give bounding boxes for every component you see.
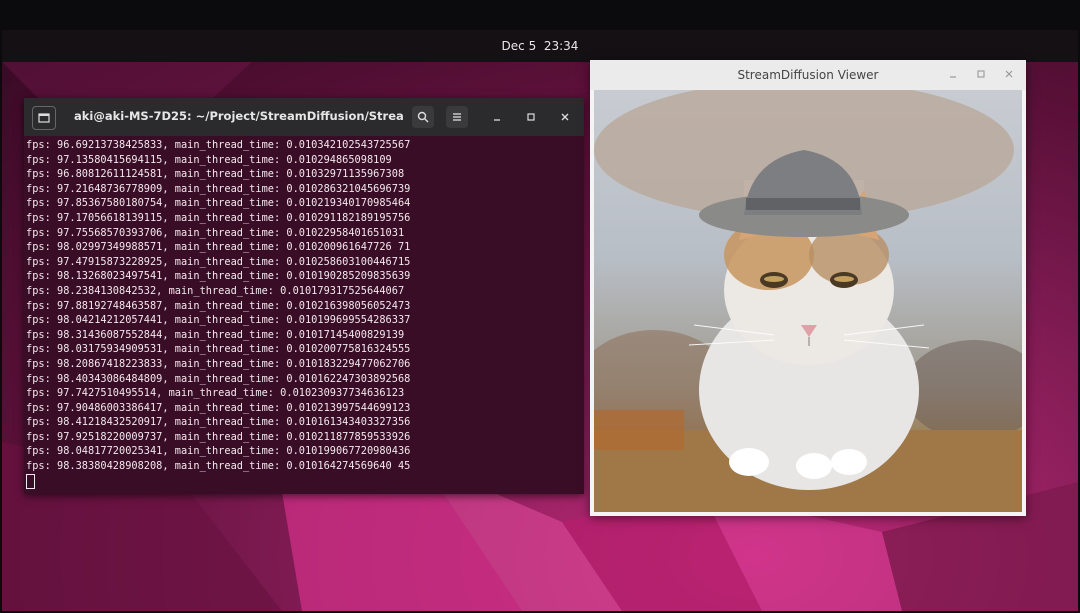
viewer-title: StreamDiffusion Viewer xyxy=(737,68,879,82)
maximize-icon[interactable] xyxy=(972,66,990,84)
viewer-titlebar[interactable]: StreamDiffusion Viewer xyxy=(590,60,1026,90)
terminal-line: fps: 98.40343086484809, main_thread_time… xyxy=(26,372,411,385)
minimize-icon[interactable] xyxy=(944,66,962,84)
terminal-line: fps: 97.47915873228925, main_thread_time… xyxy=(26,255,411,268)
terminal-line: fps: 98.13268023497541, main_thread_time… xyxy=(26,270,411,283)
terminal-line: fps: 98.02997349988571, main_thread_time… xyxy=(26,241,411,254)
terminal-line: fps: 98.03175934909531, main_thread_time… xyxy=(26,343,411,356)
terminal-line: fps: 97.92518220009737, main_thread_time… xyxy=(26,430,411,443)
terminal-titlebar[interactable]: aki@aki-MS-7D25: ~/Project/StreamDiffusi… xyxy=(24,98,584,136)
terminal-line: fps: 96.80812611124581, main_thread_time… xyxy=(26,168,405,181)
terminal-line: fps: 97.85367580180754, main_thread_time… xyxy=(26,197,411,210)
hamburger-icon[interactable] xyxy=(446,106,468,128)
terminal-line: fps: 97.90486003386417, main_thread_time… xyxy=(26,401,411,414)
terminal-line: fps: 97.75568570393706, main_thread_time… xyxy=(26,226,405,239)
terminal-line: fps: 97.88192748463587, main_thread_time… xyxy=(26,299,411,312)
terminal-line: fps: 97.7427510495514, main_thread_time:… xyxy=(26,387,405,400)
terminal-line: fps: 97.21648736778909, main_thread_time… xyxy=(26,182,411,195)
terminal-icon[interactable] xyxy=(32,106,56,130)
terminal-line: fps: 96.69213738425833, main_thread_time… xyxy=(26,139,411,151)
terminal-cursor[interactable] xyxy=(26,473,582,489)
clock[interactable]: Dec 5 23:34 xyxy=(502,39,579,53)
terminal-line: fps: 98.38380428908208, main_thread_time… xyxy=(26,460,411,473)
terminal-title: aki@aki-MS-7D25: ~/Project/StreamDiffusi… xyxy=(74,109,404,123)
terminal-line: fps: 97.13580415694115, main_thread_time… xyxy=(26,153,392,166)
terminal-line: fps: 98.04817720025341, main_thread_time… xyxy=(26,445,411,458)
terminal-line: fps: 98.31436087552844, main_thread_time… xyxy=(26,328,405,341)
minimize-icon[interactable] xyxy=(486,106,508,128)
maximize-icon[interactable] xyxy=(520,106,542,128)
terminal-line: fps: 98.2384130842532, main_thread_time:… xyxy=(26,284,405,297)
terminal-line: fps: 97.17056618139115, main_thread_time… xyxy=(26,211,411,224)
generated-image xyxy=(594,90,1022,512)
top-bar: Dec 5 23:34 xyxy=(2,30,1078,62)
search-icon[interactable] xyxy=(412,106,434,128)
terminal-line: fps: 98.41218432520917, main_thread_time… xyxy=(26,416,411,429)
terminal-line: fps: 98.04214212057441, main_thread_time… xyxy=(26,314,411,327)
terminal-output[interactable]: fps: 96.69213738425833, main_thread_time… xyxy=(26,138,582,490)
close-icon[interactable] xyxy=(554,106,576,128)
viewer-window[interactable]: StreamDiffusion Viewer xyxy=(590,60,1026,516)
cat-with-hat-image xyxy=(594,90,1022,512)
terminal-line: fps: 98.20867418223833, main_thread_time… xyxy=(26,357,411,370)
terminal-window[interactable]: aki@aki-MS-7D25: ~/Project/StreamDiffusi… xyxy=(24,98,584,494)
close-icon[interactable] xyxy=(1000,66,1018,84)
